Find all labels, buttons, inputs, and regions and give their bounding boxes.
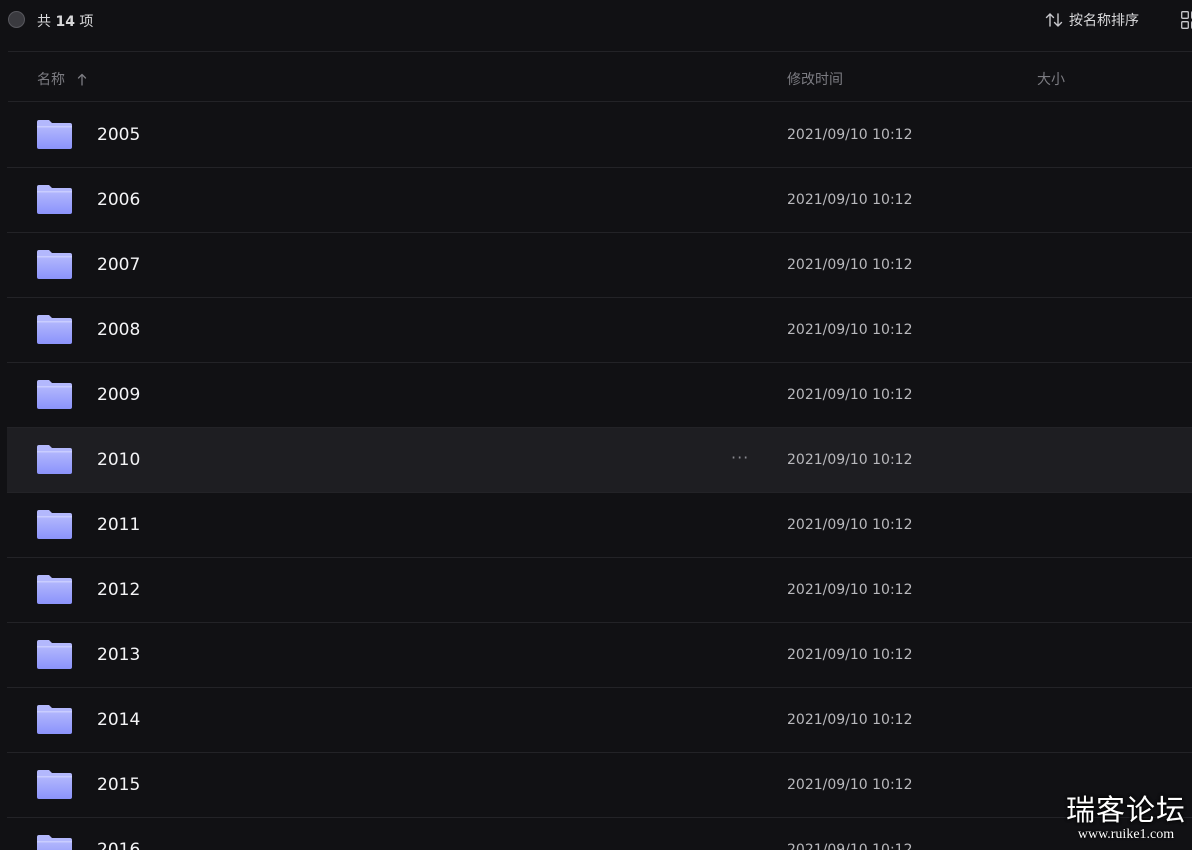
file-row[interactable]: 2012 2021/09/10 10:12: [7, 558, 1192, 623]
modified-time: 2021/09/10 10:12: [787, 647, 913, 663]
file-name[interactable]: 2015: [97, 775, 140, 795]
modified-time: 2021/09/10 10:12: [787, 452, 913, 468]
modified-time: 2021/09/10 10:12: [787, 127, 913, 143]
file-row[interactable]: 2008 2021/09/10 10:12: [7, 298, 1192, 363]
item-count-value: 14: [55, 14, 75, 30]
folder-icon: [37, 250, 72, 279]
modified-time: 2021/09/10 10:12: [787, 322, 913, 338]
folder-icon: [37, 705, 72, 734]
watermark: 瑞客论坛 www.ruike1.com: [1060, 793, 1192, 850]
file-list-page: 共 14 项 按名称排序 名称 修改时间 大小 2005 2021/09/10 …: [0, 0, 1192, 850]
folder-icon: [37, 380, 72, 409]
modified-time: 2021/09/10 10:12: [787, 712, 913, 728]
file-name[interactable]: 2013: [97, 645, 140, 665]
folder-icon: [37, 640, 72, 669]
item-count: 共 14 项: [37, 11, 93, 31]
watermark-url: www.ruike1.com: [1077, 827, 1175, 842]
modified-time: 2021/09/10 10:12: [787, 582, 913, 598]
select-all-checkbox[interactable]: [8, 11, 25, 28]
file-row[interactable]: 2006 2021/09/10 10:12: [7, 168, 1192, 233]
file-row[interactable]: 2011 2021/09/10 10:12: [7, 493, 1192, 558]
file-name[interactable]: 2006: [97, 190, 140, 210]
file-row[interactable]: 2005 2021/09/10 10:12: [7, 103, 1192, 168]
folder-icon: [37, 445, 72, 474]
sort-arrows-icon: [1045, 13, 1063, 27]
file-row[interactable]: 2007 2021/09/10 10:12: [7, 233, 1192, 298]
file-row[interactable]: 2013 2021/09/10 10:12: [7, 623, 1192, 688]
column-header-size[interactable]: 大小: [1037, 69, 1065, 89]
arrow-up-icon: [77, 73, 87, 86]
file-row[interactable]: 2016 2021/09/10 10:12: [7, 818, 1192, 850]
file-name[interactable]: 2008: [97, 320, 140, 340]
file-name[interactable]: 2009: [97, 385, 140, 405]
modified-time: 2021/09/10 10:12: [787, 257, 913, 273]
header-divider-top: [8, 51, 1192, 52]
column-header-name-label: 名称: [37, 72, 65, 88]
file-name[interactable]: 2016: [97, 840, 140, 850]
folder-icon: [37, 185, 72, 214]
file-name[interactable]: 2010: [97, 450, 140, 470]
watermark-title: 瑞客论坛: [1065, 793, 1186, 827]
file-name[interactable]: 2012: [97, 580, 140, 600]
file-name[interactable]: 2007: [97, 255, 140, 275]
file-name[interactable]: 2005: [97, 125, 140, 145]
folder-icon: [37, 510, 72, 539]
folder-icon: [37, 770, 72, 799]
file-row[interactable]: 2010 ··· 2021/09/10 10:12: [7, 428, 1192, 493]
more-options-icon[interactable]: ···: [731, 448, 749, 467]
folder-icon: [37, 315, 72, 344]
toolbar: 共 14 项 按名称排序: [0, 0, 1192, 40]
file-list: 2005 2021/09/10 10:12 2006 2021/09/10 10:12…: [7, 103, 1192, 850]
modified-time: 2021/09/10 10:12: [787, 517, 913, 533]
sort-button[interactable]: 按名称排序: [1045, 10, 1139, 30]
modified-time: 2021/09/10 10:12: [787, 777, 913, 793]
grid-view-icon[interactable]: [1181, 11, 1192, 29]
sort-label: 按名称排序: [1069, 13, 1139, 29]
folder-icon: [37, 835, 72, 850]
folder-icon: [37, 575, 72, 604]
file-row[interactable]: 2015 2021/09/10 10:12: [7, 753, 1192, 818]
modified-time: 2021/09/10 10:12: [787, 842, 913, 850]
column-header-modified[interactable]: 修改时间: [787, 69, 843, 89]
file-name[interactable]: 2011: [97, 515, 140, 535]
modified-time: 2021/09/10 10:12: [787, 387, 913, 403]
file-row[interactable]: 2009 2021/09/10 10:12: [7, 363, 1192, 428]
folder-icon: [37, 120, 72, 149]
item-count-suffix: 项: [79, 14, 94, 30]
modified-time: 2021/09/10 10:12: [787, 192, 913, 208]
file-row[interactable]: 2014 2021/09/10 10:12: [7, 688, 1192, 753]
header-divider-bottom: [8, 101, 1192, 102]
column-header-name[interactable]: 名称: [37, 69, 87, 89]
file-name[interactable]: 2014: [97, 710, 140, 730]
item-count-prefix: 共: [37, 14, 51, 30]
